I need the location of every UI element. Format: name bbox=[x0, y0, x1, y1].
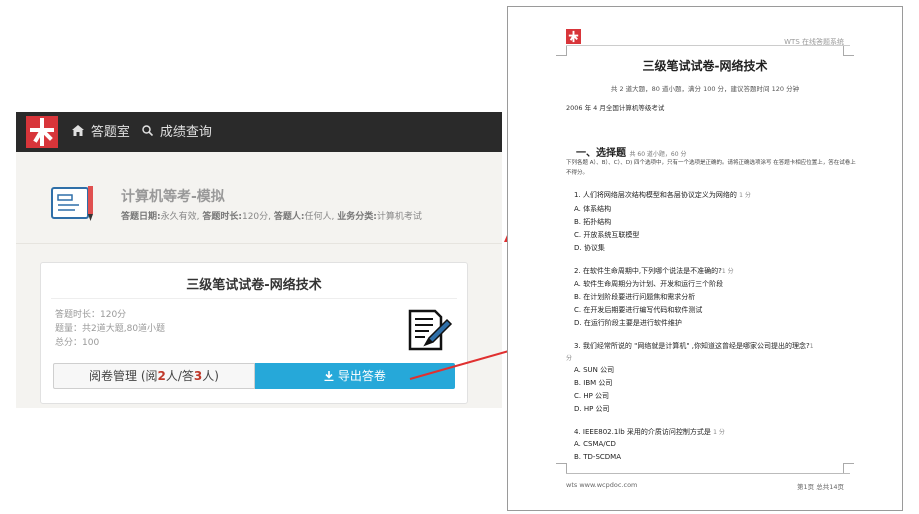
document-exam-year: 2006 年 4 月全国计算机等级考试 bbox=[566, 104, 665, 112]
option: C. 在开发后期要进行编写代码和软件测试 bbox=[574, 306, 703, 314]
option: A. CSMA/CD bbox=[574, 440, 616, 448]
crop-mark bbox=[556, 45, 567, 56]
option: D. 协议集 bbox=[574, 244, 605, 252]
footer-page-number: 第1页 总共14页 bbox=[797, 483, 844, 491]
option: C. 开放系统互联模型 bbox=[574, 231, 640, 239]
footer-website: wts www.wcpdoc.com bbox=[566, 481, 638, 489]
question-1: 1. 人们将网络层次结构模型和各层协议定义为网络的 1 分 bbox=[574, 191, 751, 199]
option: B. 拓扑结构 bbox=[574, 218, 612, 226]
option: B. TD-SCDMA bbox=[574, 453, 621, 461]
footer-rule bbox=[566, 473, 850, 474]
option: D. HP 公司 bbox=[574, 405, 610, 413]
option: A. 软件生命周期分为计划、开发和运行三个阶段 bbox=[574, 280, 724, 288]
header-rule bbox=[566, 45, 850, 46]
document-subtitle: 共 2 道大题，80 道小题，满分 100 分，建议答题时间 120 分钟 bbox=[610, 85, 800, 93]
question-3: 3. 我们经常所说的 "网络就是计算机" ,你知道这曾经是哪家公司提出的理念?1 bbox=[574, 342, 814, 350]
option: A. 体系结构 bbox=[574, 205, 612, 213]
question-3-points-cont: 分 bbox=[566, 355, 573, 362]
option: C. HP 公司 bbox=[574, 392, 610, 400]
exported-document: WTS 在线答题系统 三级笔试试卷-网络技术 共 2 道大题，80 道小题，满分… bbox=[507, 6, 903, 511]
section-heading: 一、选择题 共 60 道小题，60 分 bbox=[576, 144, 686, 159]
document-title: 三级笔试试卷-网络技术 bbox=[642, 59, 768, 73]
document-logo bbox=[566, 29, 581, 44]
question-2: 2. 在软件生命周期中,下列哪个说法是不准确的?1 分 bbox=[574, 267, 734, 275]
option: B. 在计划阶段要进行问题焦和需求分析 bbox=[574, 293, 696, 301]
section-meta: 共 60 道小题，60 分 bbox=[629, 151, 687, 158]
section-instructions: 下列各题 A）、B）、C）、D) 四个选项中，只有一个选项是正确的。请将正确选项… bbox=[566, 160, 856, 176]
option: D. 在运行阶段主要是进行软件维护 bbox=[574, 319, 682, 327]
question-4: 4. IEEE802.1lb 采用的介质访问控制方式是 1 分 bbox=[574, 428, 725, 436]
option: B. IBM 公司 bbox=[574, 379, 613, 387]
crop-mark bbox=[843, 45, 854, 56]
option: A. SUN 公司 bbox=[574, 366, 615, 374]
